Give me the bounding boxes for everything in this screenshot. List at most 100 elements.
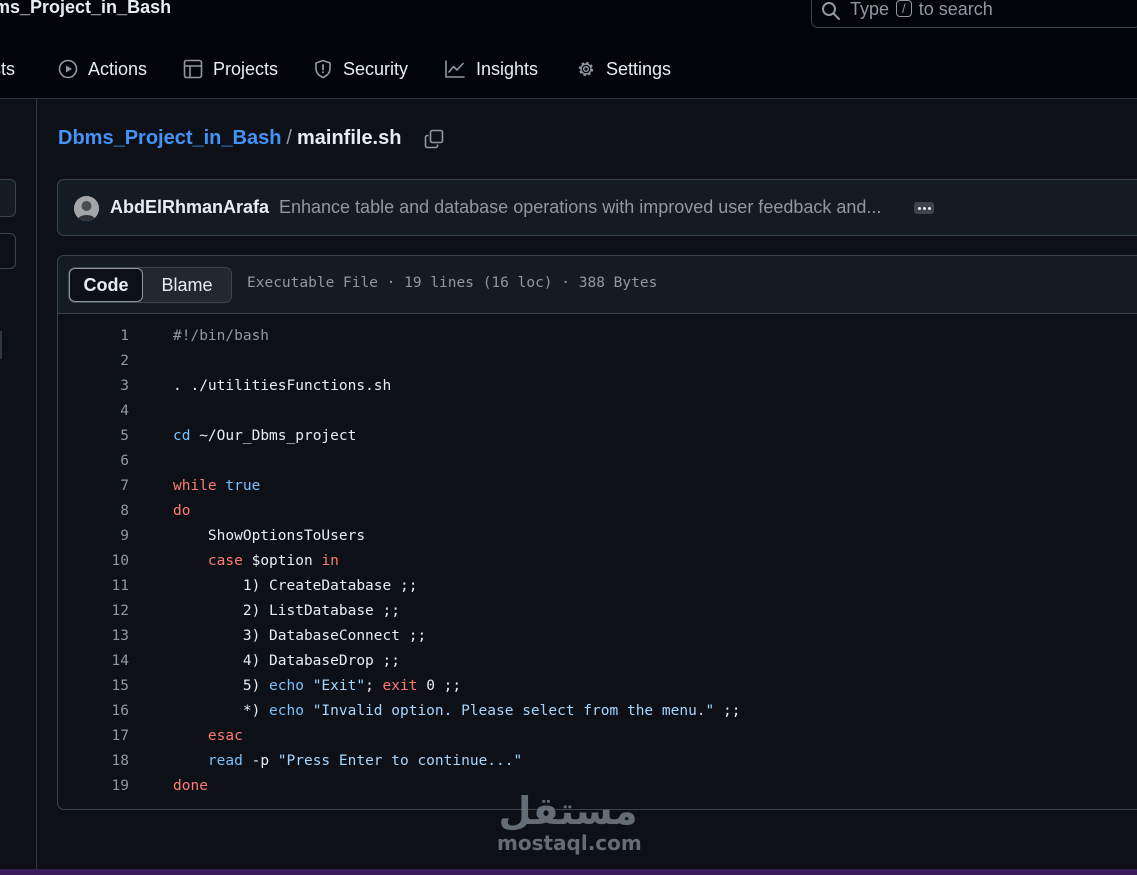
line-number[interactable]: 2 [58, 349, 129, 374]
line-number[interactable]: 17 [58, 724, 129, 749]
line-number[interactable]: 14 [58, 649, 129, 674]
line-code: ShowOptionsToUsers [207, 528, 366, 544]
line-number[interactable]: 1 [58, 324, 129, 349]
top-header: ms_Project_in_Bash Type / to search sts … [0, 0, 1137, 99]
line-code: 2) ListDatabase ;; [173, 603, 400, 619]
line-number[interactable]: 6 [58, 449, 129, 474]
line-code: case $option in [207, 553, 339, 569]
code-line: 2 [58, 349, 1137, 374]
line-code: 3) DatabaseConnect ;; [173, 628, 427, 644]
line-code: *) echo "Invalid option. Please select f… [173, 703, 741, 719]
avatar-image [74, 196, 99, 221]
tab-blame[interactable]: Blame [143, 268, 231, 302]
shield-icon [315, 59, 331, 79]
line-number[interactable]: 10 [58, 549, 129, 574]
commit-message[interactable]: Enhance table and database operations wi… [279, 197, 881, 218]
line-number[interactable]: 7 [58, 474, 129, 499]
tab-label: sts [0, 58, 16, 79]
tab-label: Insights [476, 58, 539, 79]
search-shortcut-key: / [896, 0, 912, 17]
code-line: 16 *) echo "Invalid option. Please selec… [58, 699, 1137, 724]
search-placeholder: Type / to search [850, 0, 993, 19]
code-line: 10 case $option in [58, 549, 1137, 574]
watermark-arabic: مستقل [498, 789, 638, 833]
code-line: 11 1) CreateDatabase ;; [58, 574, 1137, 599]
code-line: 7 while true [58, 474, 1137, 499]
file-viewer: Code Blame Executable File · 19 lines (1… [57, 255, 1137, 810]
line-number[interactable]: 3 [58, 374, 129, 399]
watermark-latin: mostaql.com [497, 831, 642, 855]
tab-label: Security [343, 58, 409, 79]
line-code: cd ~/Our_Dbms_project [173, 428, 357, 444]
tab-actions[interactable]: Actions [58, 56, 147, 82]
code-line: 5 cd ~/Our_Dbms_project [58, 424, 1137, 449]
sidebar-toggle-button[interactable] [0, 233, 16, 269]
commit-expand-button[interactable] [914, 202, 934, 214]
breadcrumb-repo-link[interactable]: Dbms_Project_in_Bash [58, 127, 281, 149]
file-tree-sidebar [0, 99, 37, 875]
line-number[interactable]: 9 [58, 524, 129, 549]
line-code: while true [173, 478, 261, 494]
code-line: 13 3) DatabaseConnect ;; [58, 624, 1137, 649]
sidebar-search-button[interactable] [0, 179, 16, 217]
line-number[interactable]: 18 [58, 749, 129, 774]
code-line: 9 ShowOptionsToUsers [58, 524, 1137, 549]
line-code: 1) CreateDatabase ;; [173, 578, 418, 594]
sidebar-selection-marker [0, 331, 2, 359]
line-number[interactable]: 11 [58, 574, 129, 599]
graph-icon [445, 60, 465, 78]
tab-pull-requests[interactable]: sts [0, 56, 15, 82]
code-line: 8 do [58, 499, 1137, 524]
tab-label: Actions [88, 58, 148, 79]
ellipsis-dot [927, 206, 931, 210]
tab-code[interactable]: Code [69, 268, 143, 302]
search-icon [822, 2, 840, 20]
ellipsis-dot [917, 206, 921, 210]
line-code: 4) DatabaseDrop ;; [173, 653, 400, 669]
line-number[interactable]: 4 [58, 399, 129, 424]
line-number[interactable]: 5 [58, 424, 129, 449]
gear-icon [578, 61, 594, 77]
code-line: 1 #!/bin/bash [58, 324, 1137, 349]
tab-security[interactable]: Security [313, 56, 408, 82]
bottom-strip [0, 869, 1137, 875]
line-code: read -p "Press Enter to continue..." [207, 753, 523, 769]
code-line: 18 read -p "Press Enter to continue..." [58, 749, 1137, 774]
code-line: 4 [58, 399, 1137, 424]
breadcrumb: Dbms_Project_in_Bash / mainfile.sh [58, 127, 401, 150]
line-number[interactable]: 15 [58, 674, 129, 699]
table-icon [183, 59, 203, 79]
mostaql-watermark: مستقل mostaql.com [497, 789, 642, 855]
play-circle-icon [58, 59, 78, 79]
code-line: 14 4) DatabaseDrop ;; [58, 649, 1137, 674]
line-code: done [173, 778, 208, 794]
breadcrumb-separator: / [286, 127, 292, 149]
view-mode-toggle: Code Blame [68, 267, 232, 303]
line-number[interactable]: 19 [58, 774, 129, 799]
line-number[interactable]: 12 [58, 599, 129, 624]
tab-label: Settings [606, 58, 672, 79]
line-code: do [173, 503, 191, 519]
line-number[interactable]: 8 [58, 499, 129, 524]
line-code: #!/bin/bash [173, 328, 270, 344]
avatar[interactable] [74, 196, 99, 221]
line-number[interactable]: 13 [58, 624, 129, 649]
line-code: esac [207, 728, 243, 744]
code-content: 1 #!/bin/bash 2 3 . ./utilitiesFunctions.sh 4… [58, 324, 1137, 799]
tab-settings[interactable]: Settings [576, 56, 671, 82]
tab-projects[interactable]: Projects [183, 56, 278, 82]
code-line: 6 [58, 449, 1137, 474]
file-info: Executable File · 19 lines (16 loc) · 38… [247, 275, 658, 291]
ellipsis-dot [922, 206, 926, 210]
search-input[interactable]: Type / to search [811, 0, 1137, 28]
latest-commit-bar: AbdElRhmanArafa Enhance table and databa… [57, 179, 1137, 236]
code-line: 12 2) ListDatabase ;; [58, 599, 1137, 624]
line-code: . ./utilitiesFunctions.sh [173, 378, 392, 394]
copy-path-icon[interactable] [424, 129, 444, 149]
file-viewer-header: Code Blame Executable File · 19 lines (1… [58, 256, 1137, 314]
tab-insights[interactable]: Insights [444, 56, 538, 82]
repo-title[interactable]: ms_Project_in_Bash [0, 0, 171, 18]
code-line: 15 5) echo "Exit"; exit 0 ;; [58, 674, 1137, 699]
commit-author[interactable]: AbdElRhmanArafa [110, 197, 269, 218]
line-number[interactable]: 16 [58, 699, 129, 724]
